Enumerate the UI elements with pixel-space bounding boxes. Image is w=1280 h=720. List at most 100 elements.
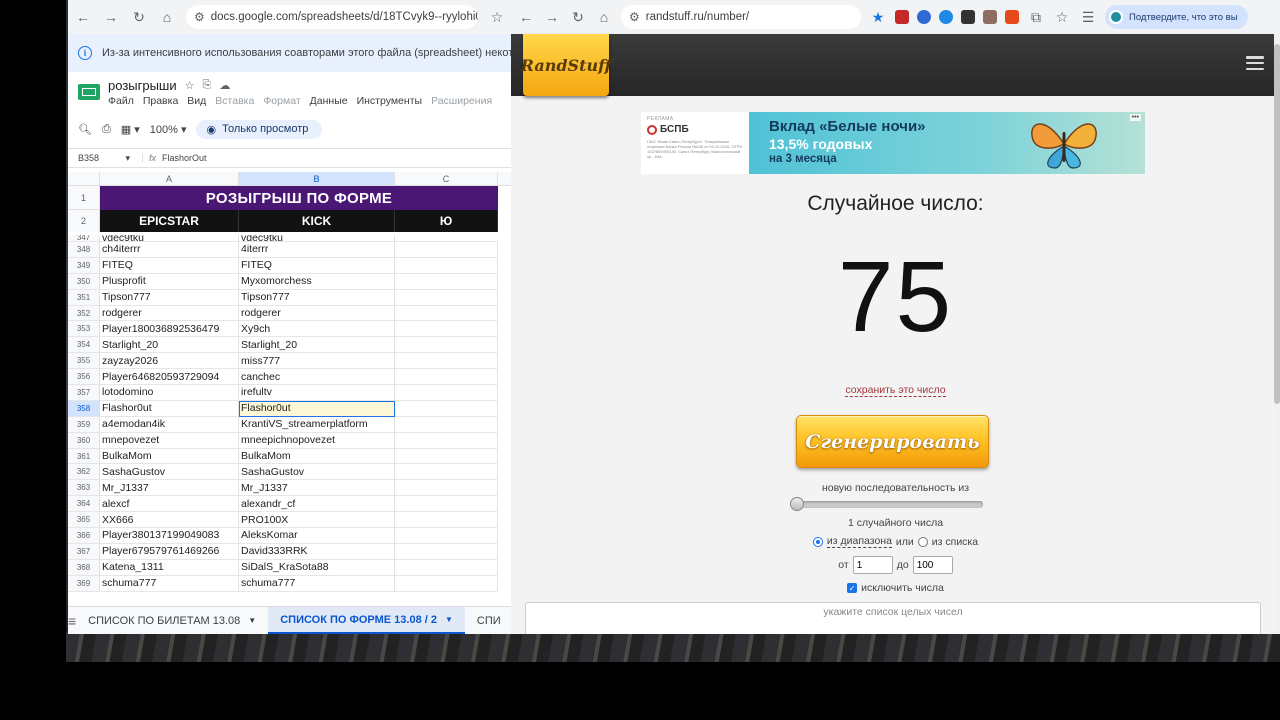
cell-epicstar[interactable]: Tipson777 [100,289,239,306]
site-settings-icon[interactable]: ⚙ [194,10,205,24]
cell-c[interactable] [395,543,498,560]
extension-brown-icon[interactable] [983,10,997,24]
extension-red-icon[interactable] [895,10,909,24]
menu-edit[interactable]: Правка [143,95,178,107]
cell-kick[interactable]: Mr_J1337 [239,480,395,497]
cell-kick[interactable]: David333RRK [239,543,395,560]
cell-epicstar[interactable]: Player380137199049083 [100,528,239,544]
hamburger-menu-icon[interactable] [1246,56,1264,70]
select-all-corner[interactable] [68,172,100,185]
row-number[interactable]: 357 [68,385,100,401]
extension-blue-icon[interactable] [917,10,931,24]
filter-view-icon[interactable]: ▦ ▾ [121,123,140,136]
cell-c[interactable] [395,369,498,386]
cell-c[interactable] [395,257,498,274]
bookmark-star-filled-icon[interactable]: ★ [869,8,887,26]
sheets-logo-icon[interactable] [78,84,100,100]
bookmark-star-icon[interactable]: ☆ [488,8,506,26]
row-number[interactable]: 1 [68,186,100,210]
cell-kick[interactable]: irefultv [239,385,395,401]
count-slider[interactable] [790,497,983,511]
forward-icon[interactable]: → [102,8,120,26]
cell-epicstar[interactable]: a4emodan4ik [100,416,239,433]
cell-kick[interactable]: Xy9ch [239,321,395,338]
menu-insert[interactable]: Вставка [215,95,254,107]
home-icon[interactable]: ⌂ [158,8,176,26]
cell-epicstar[interactable]: lotodomino [100,385,239,401]
extension-circle-icon[interactable] [939,10,953,24]
ad-options-icon[interactable]: ••• [1129,114,1141,121]
star-icon[interactable]: ☆ [185,79,195,92]
view-only-badge[interactable]: ◉ Только просмотр [196,119,323,139]
menu-format[interactable]: Формат [263,95,300,107]
sheets-address-bar[interactable]: ⚙ docs.google.com/spreadsheets/d/18TCvyk… [186,5,478,29]
cell-kick[interactable]: 4iterrr [239,242,395,258]
row-number[interactable]: 360 [68,432,100,449]
cell-epicstar[interactable]: zayzay2026 [100,353,239,370]
menu-view[interactable]: Вид [187,95,206,107]
cell-epicstar[interactable]: vdec9tku [100,235,239,242]
tab-tickets[interactable]: СПИСОК ПО БИЛЕТАМ 13.08 ▼ [76,607,268,634]
cell-c[interactable] [395,528,498,544]
extensions-puzzle-icon[interactable]: ⧉ [1027,8,1045,26]
cell-kick[interactable]: FITEQ [239,257,395,274]
cell-kick[interactable]: Tipson777 [239,289,395,306]
column-header-b[interactable]: B [239,172,395,185]
cell-epicstar[interactable]: SashaGustov [100,464,239,481]
column-header-c[interactable]: C [395,172,498,185]
to-input[interactable] [912,556,953,574]
column-header-a[interactable]: A [100,172,239,185]
cell-kick[interactable]: canchec [239,369,395,386]
exclude-checkbox[interactable]: ✓ [847,583,858,593]
exclude-numbers-textarea[interactable]: укажите список целых чисел [525,602,1261,634]
cell-kick[interactable]: miss777 [239,353,395,370]
cloud-status-icon[interactable]: ☁ [219,79,230,92]
cell-c[interactable] [395,448,498,465]
menu-tools[interactable]: Инструменты [357,95,422,107]
row-number[interactable]: 369 [68,575,100,592]
cell-epicstar[interactable]: Player679579761469266 [100,543,239,560]
sheet-title-cell[interactable]: РОЗЫГРЫШ ПО ФОРМЕ [100,186,498,210]
randstuff-logo[interactable]: RandStuff [521,34,611,96]
row-number[interactable]: 348 [68,242,100,258]
page-scrollbar[interactable] [1274,34,1280,634]
generate-button[interactable]: Сгенерировать [796,415,989,468]
cell-c[interactable] [395,400,498,417]
row-number[interactable]: 351 [68,289,100,306]
cell-epicstar[interactable]: BulkaMom [100,448,239,465]
row-number[interactable]: 365 [68,512,100,529]
all-sheets-icon[interactable]: ≡ [68,613,76,629]
row-number[interactable]: 361 [68,448,100,465]
cell-c[interactable] [395,496,498,513]
cell-kick[interactable]: SashaGustov [239,464,395,481]
row-number[interactable]: 368 [68,559,100,576]
row-number[interactable]: 356 [68,369,100,386]
site-settings-icon[interactable]: ⚙ [629,10,640,24]
cell-c[interactable] [395,337,498,354]
header-epicstar[interactable]: EPICSTAR [100,210,239,232]
forward-icon[interactable]: → [543,8,561,26]
move-folder-icon[interactable]: ⎘ [203,79,212,92]
cell-epicstar[interactable]: ch4iterrr [100,242,239,258]
doc-title[interactable]: розыгрыши [108,78,177,93]
print-icon[interactable]: ⎙ [102,123,111,136]
header-col-c[interactable]: Ю [395,210,498,232]
ad-banner[interactable]: РЕКЛАМА БСПБ ПАО «Банк Санкт-Петербург».… [641,112,1145,174]
cell-c[interactable] [395,289,498,306]
from-input[interactable] [852,556,893,574]
cell-epicstar[interactable]: Mr_J1337 [100,480,239,497]
extension-fox-icon[interactable] [1005,10,1019,24]
cell-c[interactable] [395,480,498,497]
cell-epicstar[interactable]: XX666 [100,512,239,529]
cell-kick[interactable]: schuma777 [239,575,395,592]
profile-verify-button[interactable]: Подтвердите, что это вы [1105,5,1248,29]
cell-epicstar[interactable]: mnepovezet [100,432,239,449]
name-box[interactable]: B358 ▾ [68,153,138,164]
randstuff-address-bar[interactable]: ⚙ randstuff.ru/number/ [621,5,861,29]
cell-epicstar[interactable]: Plusprofit [100,273,239,290]
back-icon[interactable]: ← [517,8,535,26]
cell-kick[interactable]: mneepichnopovezet [239,432,395,449]
row-number[interactable]: 347 [68,235,100,242]
cell-kick[interactable]: Starlight_20 [239,337,395,354]
header-kick[interactable]: KICK [239,210,395,232]
